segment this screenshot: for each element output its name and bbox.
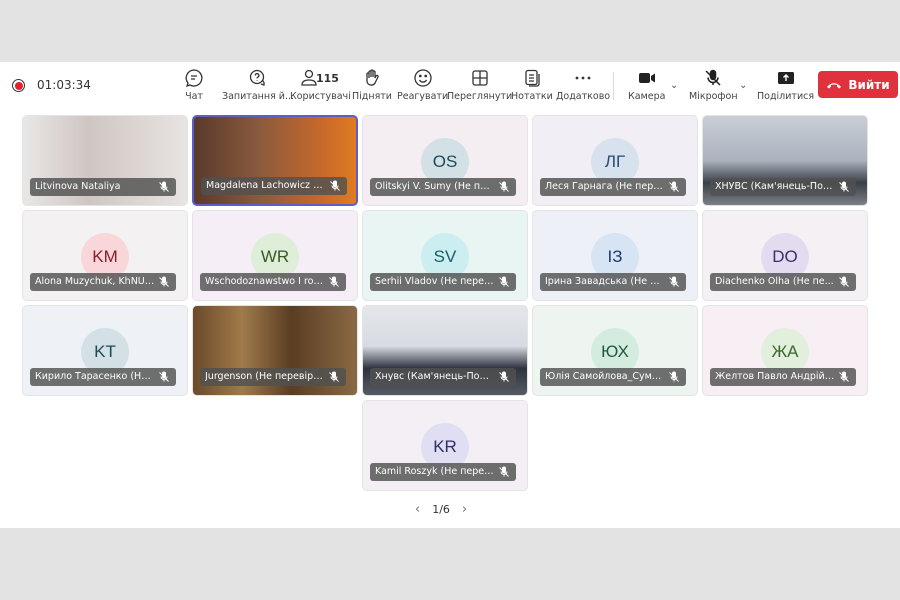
participant-tile[interactable]: KR Kamil Roszyk (Не перев... bbox=[362, 400, 528, 491]
mic-off-icon bbox=[705, 69, 721, 86]
participant-name-label: Kamil Roszyk (Не перев... bbox=[370, 463, 516, 481]
participant-name-label: Serhii Vladov (Не перев... bbox=[370, 273, 516, 291]
react-button[interactable]: Реагувати bbox=[397, 68, 448, 102]
participant-tile[interactable]: Хнувс (Кам'янець-Поді... bbox=[362, 305, 528, 396]
leave-button[interactable]: Вийти bbox=[818, 71, 898, 98]
mic-off-icon bbox=[329, 276, 339, 287]
mic-off-icon bbox=[499, 276, 509, 287]
next-page-button[interactable]: › bbox=[462, 502, 467, 517]
qa-button[interactable]: Запитання й... bbox=[222, 68, 294, 102]
participant-name-label: Желтов Павло Андрійо... bbox=[710, 368, 856, 386]
participant-name-label: Alona Muzychuk, KhNUI... bbox=[30, 273, 176, 291]
participant-tile[interactable]: ЛГ Леся Гарнага (Не перев... bbox=[532, 115, 698, 206]
mic-off-icon bbox=[329, 371, 339, 382]
participant-tile[interactable]: Litvinova Nataliya bbox=[22, 115, 188, 206]
participant-grid: Litvinova Nataliya Magdalena Lachowicz (Н… bbox=[22, 115, 868, 491]
participant-tile[interactable]: WR Wschodoznawstwo I rok... bbox=[192, 210, 358, 301]
participant-tile[interactable]: ІЗ Ірина Завадська (Не пе... bbox=[532, 210, 698, 301]
mic-off-icon bbox=[159, 371, 169, 382]
mic-off-icon bbox=[669, 181, 679, 192]
participant-name-label: Litvinova Nataliya bbox=[30, 178, 176, 196]
mic-off-icon bbox=[839, 371, 849, 382]
mic-off-icon bbox=[669, 371, 679, 382]
participant-name-label: Wschodoznawstwo I rok... bbox=[200, 273, 346, 291]
participant-tile[interactable]: ХНУВС (Кам'янець-Поді... bbox=[702, 115, 868, 206]
meeting-toolbar: 01:03:34 Чат Запитання й... Користувачі … bbox=[0, 62, 900, 110]
participant-name-label: Кирило Тарасенко (Не ... bbox=[30, 368, 176, 386]
view-button[interactable]: Переглянути bbox=[447, 68, 512, 102]
toolbar-divider bbox=[613, 72, 614, 100]
smile-icon bbox=[413, 69, 432, 87]
participant-tile[interactable]: ЖА Желтов Павло Андрійо... bbox=[702, 305, 868, 396]
mic-off-icon bbox=[499, 371, 509, 382]
participant-tile[interactable]: SV Serhii Vladov (Не перев... bbox=[362, 210, 528, 301]
hand-icon bbox=[366, 69, 379, 86]
mic-off-icon bbox=[669, 276, 679, 287]
raise-hand-button[interactable]: Підняти bbox=[352, 68, 392, 102]
mic-off-icon bbox=[499, 466, 509, 477]
participant-name-label: ХНУВС (Кам'янець-Поді... bbox=[710, 178, 856, 196]
mic-off-icon bbox=[499, 181, 509, 192]
mic-options-chevron-icon[interactable]: ⌄ bbox=[739, 80, 747, 91]
participant-tile[interactable]: OS Olitskyi V. Sumy (Не пере... bbox=[362, 115, 528, 206]
participant-name-label: Jurgenson (Не перевірено) bbox=[200, 368, 346, 386]
participant-name-label: Юлія Самойлова_Сумс... bbox=[540, 368, 686, 386]
mic-off-icon bbox=[159, 181, 169, 192]
question-icon bbox=[249, 69, 265, 86]
hang-up-icon bbox=[827, 82, 842, 88]
camera-options-chevron-icon[interactable]: ⌄ bbox=[670, 80, 678, 91]
participant-tile[interactable]: Jurgenson (Не перевірено) bbox=[192, 305, 358, 396]
participant-count: 115 bbox=[316, 72, 339, 85]
page-indicator: 1/6 bbox=[432, 503, 450, 516]
participant-name-label: Diachenko Olha (Не пе... bbox=[710, 273, 856, 291]
camera-button[interactable]: Камера bbox=[628, 68, 665, 102]
meeting-timer: 01:03:34 bbox=[37, 78, 91, 92]
camera-icon bbox=[638, 73, 655, 83]
more-button[interactable]: Додатково bbox=[556, 68, 610, 102]
participant-name-label: Magdalena Lachowicz (Не п... bbox=[201, 177, 347, 195]
more-icon bbox=[575, 76, 591, 80]
participant-tile[interactable]: ЮХ Юлія Самойлова_Сумс... bbox=[532, 305, 698, 396]
notes-button[interactable]: Нотатки bbox=[511, 68, 553, 102]
grid-icon bbox=[471, 70, 488, 86]
microphone-button[interactable]: Мікрофон bbox=[689, 68, 738, 102]
participant-name-label: Леся Гарнага (Не перев... bbox=[540, 178, 686, 196]
participant-name-label: Ірина Завадська (Не пе... bbox=[540, 273, 686, 291]
mic-off-icon bbox=[839, 181, 849, 192]
share-icon bbox=[777, 72, 794, 84]
chat-button[interactable]: Чат bbox=[184, 68, 204, 102]
participant-name-label: Хнувс (Кам'янець-Поді... bbox=[370, 368, 516, 386]
pagination: ‹ 1/6 › bbox=[415, 502, 467, 517]
notes-icon bbox=[525, 69, 540, 87]
recording-icon bbox=[12, 79, 25, 92]
meeting-window: 01:03:34 Чат Запитання й... Користувачі … bbox=[0, 62, 900, 528]
share-button[interactable]: Поділитися bbox=[757, 68, 814, 102]
participant-tile[interactable]: KT Кирило Тарасенко (Не ... bbox=[22, 305, 188, 396]
mic-off-icon bbox=[839, 276, 849, 287]
mic-off-icon bbox=[330, 180, 340, 191]
previous-page-button[interactable]: ‹ bbox=[415, 502, 420, 517]
participant-name-label: Olitskyi V. Sumy (Не пере... bbox=[370, 178, 516, 196]
participant-tile[interactable]: KM Alona Muzychuk, KhNUI... bbox=[22, 210, 188, 301]
participant-tile[interactable]: Magdalena Lachowicz (Не п... bbox=[192, 115, 358, 206]
mic-off-icon bbox=[159, 276, 169, 287]
participant-tile[interactable]: DO Diachenko Olha (Не пе... bbox=[702, 210, 868, 301]
chat-icon bbox=[185, 69, 203, 88]
